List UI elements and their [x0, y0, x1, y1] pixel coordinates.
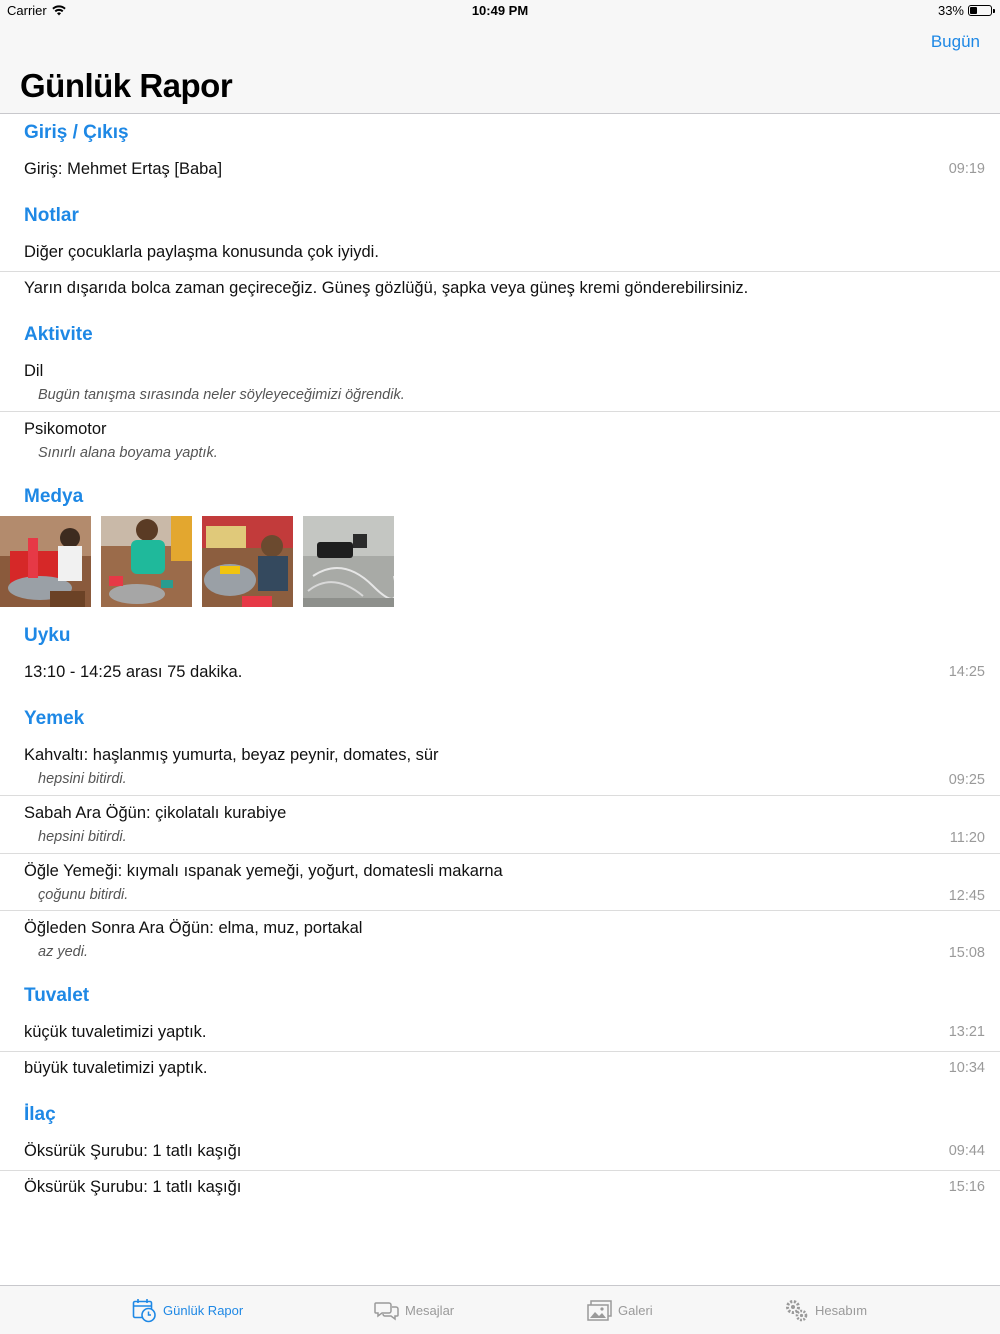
row-time: 14:25	[948, 664, 985, 680]
row-separator	[0, 271, 1000, 272]
page-title: Günlük Rapor	[20, 67, 233, 104]
row-separator	[0, 411, 1000, 412]
row-text: Yarın dışarıda bolca zaman geçireceğiz. …	[24, 279, 749, 297]
row-text: Öğle Yemeği: kıymalı ıspanak yemeği, yoğ…	[24, 862, 503, 880]
row-text: Diğer çocuklarla paylaşma konusunda çok …	[24, 243, 379, 261]
row-time: 09:25	[948, 772, 985, 788]
row-time: 11:20	[949, 830, 985, 846]
section-header-checkin: Giriş / Çıkış	[24, 122, 129, 143]
row-text: Kahvaltı: haşlanmış yumurta, beyaz peyni…	[24, 746, 439, 764]
row-text: Giriş: Mehmet Ertaş [Baba]	[24, 160, 223, 178]
tab-account[interactable]: Hesabım	[784, 1286, 867, 1334]
chat-bubbles-icon	[374, 1301, 399, 1320]
row-text: büyük tuvaletimizi yaptık.	[24, 1059, 208, 1077]
media-thumbnail[interactable]	[303, 516, 394, 607]
status-bar: Carrier 10:49 PM 33%	[0, 0, 1000, 20]
row-subtext: hepsini bitirdi.	[38, 771, 127, 787]
row-separator	[0, 853, 1000, 854]
tab-label: Günlük Rapor	[163, 1303, 244, 1318]
row-text: küçük tuvaletimizi yaptık.	[24, 1023, 207, 1041]
navigation-bar: Bugün Günlük Rapor	[0, 20, 1000, 114]
media-thumbnail[interactable]	[0, 516, 91, 607]
section-header-notes: Notlar	[24, 205, 79, 226]
section-header-activity: Aktivite	[24, 324, 93, 345]
tab-label: Hesabım	[815, 1303, 868, 1318]
tab-label: Galeri	[618, 1303, 653, 1318]
row-separator	[0, 795, 1000, 796]
row-time: 09:19	[948, 161, 985, 177]
section-header-sleep: Uyku	[24, 625, 71, 646]
row-text: Sabah Ara Öğün: çikolatalı kurabiye	[24, 804, 287, 822]
battery-percent: 33%	[937, 3, 964, 18]
section-header-food: Yemek	[24, 708, 85, 729]
tab-daily-report[interactable]: Günlük Rapor	[132, 1286, 243, 1334]
gallery-icon	[587, 1299, 612, 1321]
row-time: 12:45	[948, 888, 985, 904]
calendar-clock-icon	[132, 1299, 156, 1323]
row-text: Öğleden Sonra Ara Öğün: elma, muz, porta…	[24, 919, 363, 937]
row-time: 10:34	[948, 1060, 985, 1076]
tab-messages[interactable]: Mesajlar	[374, 1286, 454, 1334]
row-subtext: hepsini bitirdi.	[38, 829, 127, 845]
section-header-toilet: Tuvalet	[24, 985, 90, 1006]
row-time: 15:16	[948, 1179, 985, 1195]
row-time: 15:08	[948, 945, 985, 961]
row-separator	[0, 1051, 1000, 1052]
row-text: Psikomotor	[24, 420, 107, 438]
row-separator	[0, 1170, 1000, 1171]
row-subtext: Bugün tanışma sırasında neler söyleyeceğ…	[38, 387, 405, 403]
daily-report-list[interactable]: Giriş / Çıkış Giriş: Mehmet Ertaş [Baba]…	[0, 114, 1000, 1285]
row-text: Öksürük Şurubu: 1 tatlı kaşığı	[24, 1142, 242, 1160]
tab-gallery[interactable]: Galeri	[587, 1286, 653, 1334]
media-strip	[0, 516, 394, 607]
row-text: Öksürük Şurubu: 1 tatlı kaşığı	[24, 1178, 242, 1196]
row-subtext: az yedi.	[38, 944, 88, 960]
row-subtext: Sınırlı alana boyama yaptık.	[38, 445, 218, 461]
row-text: 13:10 - 14:25 arası 75 dakika.	[24, 663, 243, 681]
tab-label: Mesajlar	[405, 1303, 455, 1318]
section-header-medicine: İlaç	[24, 1104, 56, 1125]
row-time: 09:44	[948, 1143, 985, 1159]
battery-icon	[968, 5, 995, 16]
media-thumbnail[interactable]	[101, 516, 192, 607]
row-time: 13:21	[948, 1024, 985, 1040]
status-right: 33%	[937, 3, 995, 18]
tab-bar: Günlük Rapor Mesajlar Galeri Hesabım	[0, 1285, 1000, 1334]
section-header-media: Medya	[24, 486, 84, 507]
row-text: Dil	[24, 362, 44, 380]
today-button[interactable]: Bugün	[931, 32, 980, 52]
status-time: 10:49 PM	[471, 3, 529, 18]
row-subtext: çoğunu bitirdi.	[38, 887, 129, 903]
media-thumbnail[interactable]	[202, 516, 293, 607]
row-separator	[0, 910, 1000, 911]
gears-icon	[786, 1300, 808, 1322]
